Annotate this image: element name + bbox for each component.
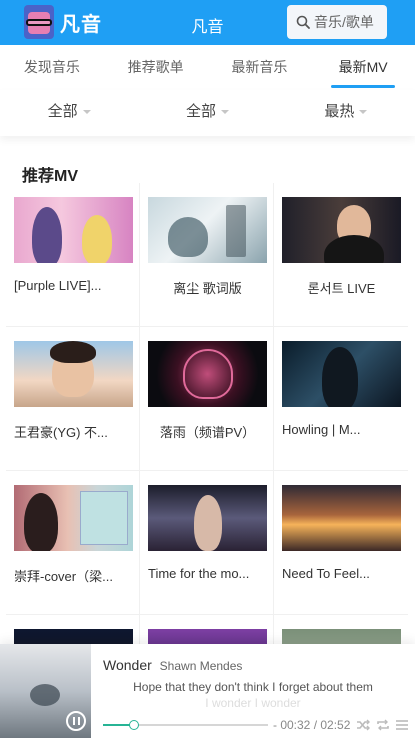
lyric-current: Hope that they don't think I forget abou… xyxy=(133,680,373,694)
mv-card[interactable]: 론서트 LIVE xyxy=(274,183,408,327)
mv-thumbnail xyxy=(148,485,267,551)
caret-down-icon xyxy=(359,110,368,115)
mv-thumbnail xyxy=(282,485,401,551)
caret-down-icon xyxy=(221,110,229,115)
app-logo[interactable]: 凡音 xyxy=(24,5,102,39)
song-title: Wonder xyxy=(103,657,152,673)
search-icon xyxy=(296,15,310,29)
tab-new-music[interactable]: 最新音乐 xyxy=(208,45,312,90)
lyric-next: I wonder I wonder xyxy=(205,696,301,710)
mv-card[interactable]: 王君豪(YG) 不... xyxy=(6,327,140,471)
shuffle-icon[interactable] xyxy=(356,718,370,732)
filter-sort-label: 最热 xyxy=(324,103,355,120)
caret-down-icon xyxy=(82,110,91,115)
filter-area-label: 全部 xyxy=(47,103,78,120)
mv-title: [Purple LIVE]... xyxy=(14,278,102,293)
repeat-icon[interactable] xyxy=(376,718,390,732)
mv-card[interactable]: 离尘 歌词版 xyxy=(140,183,274,327)
mv-thumbnail xyxy=(14,341,133,407)
mv-thumbnail xyxy=(148,197,267,263)
app-header: 凡音 凡音 音乐/歌单 xyxy=(0,0,415,45)
mv-card[interactable]: [Purple LIVE]... xyxy=(6,183,140,327)
mv-thumbnail xyxy=(282,197,401,263)
song-info: Wonder Shawn Mendes xyxy=(103,657,242,673)
music-player: Wonder Shawn Mendes Hope that they don't… xyxy=(0,644,415,738)
filter-bar: 全部 全部 最热 xyxy=(0,90,415,136)
mv-grid: [Purple LIVE]... 离尘 歌词版 론서트 LIVE 王君豪(YG)… xyxy=(6,183,409,653)
mv-title: 落雨（频谱PV） xyxy=(159,425,256,440)
mv-card[interactable]: 崇拜-cover（梁... xyxy=(6,471,140,615)
tab-recommended-playlists[interactable]: 推荐歌单 xyxy=(104,45,208,90)
tab-bar: 发现音乐 推荐歌单 最新音乐 最新MV xyxy=(0,45,415,90)
mv-thumbnail xyxy=(282,341,401,407)
mv-thumbnail xyxy=(148,341,267,407)
pause-button[interactable] xyxy=(66,711,86,731)
filter-area-dropdown[interactable]: 全部 xyxy=(0,90,138,136)
progress-knob[interactable] xyxy=(129,720,140,730)
tab-new-mv[interactable]: 最新MV xyxy=(311,45,415,90)
play-time: - 00:32 / 02:52 xyxy=(273,718,351,732)
progress-bar[interactable] xyxy=(103,720,268,730)
search-button[interactable]: 音乐/歌单 xyxy=(287,5,387,39)
album-cover[interactable] xyxy=(0,644,91,738)
mv-title: 崇拜-cover（梁... xyxy=(14,569,113,584)
mv-title: Howling | M... xyxy=(282,422,361,437)
tab-discover-music[interactable]: 发现音乐 xyxy=(0,45,104,90)
filter-type-label: 全部 xyxy=(185,103,216,120)
mv-thumbnail xyxy=(14,485,133,551)
mv-card[interactable]: 落雨（频谱PV） xyxy=(140,327,274,471)
mv-thumbnail xyxy=(14,197,133,263)
mv-title: Time for the mo... xyxy=(148,566,250,581)
playlist-icon[interactable] xyxy=(395,718,409,732)
mv-title: 王君豪(YG) 不... xyxy=(14,425,108,440)
song-artist: Shawn Mendes xyxy=(159,659,243,673)
mv-card[interactable]: Time for the mo... xyxy=(140,471,274,615)
mv-title: 离尘 歌词版 xyxy=(173,281,242,296)
mv-card[interactable]: Need To Feel... xyxy=(274,471,408,615)
mv-title: 론서트 LIVE xyxy=(307,281,376,296)
logo-icon xyxy=(24,5,54,39)
logo-text: 凡音 xyxy=(60,13,102,36)
mv-card[interactable]: Howling | M... xyxy=(274,327,408,471)
filter-sort-dropdown[interactable]: 最热 xyxy=(277,90,415,136)
filter-type-dropdown[interactable]: 全部 xyxy=(138,90,276,136)
search-label: 音乐/歌单 xyxy=(314,14,374,30)
mv-title: Need To Feel... xyxy=(282,566,370,581)
